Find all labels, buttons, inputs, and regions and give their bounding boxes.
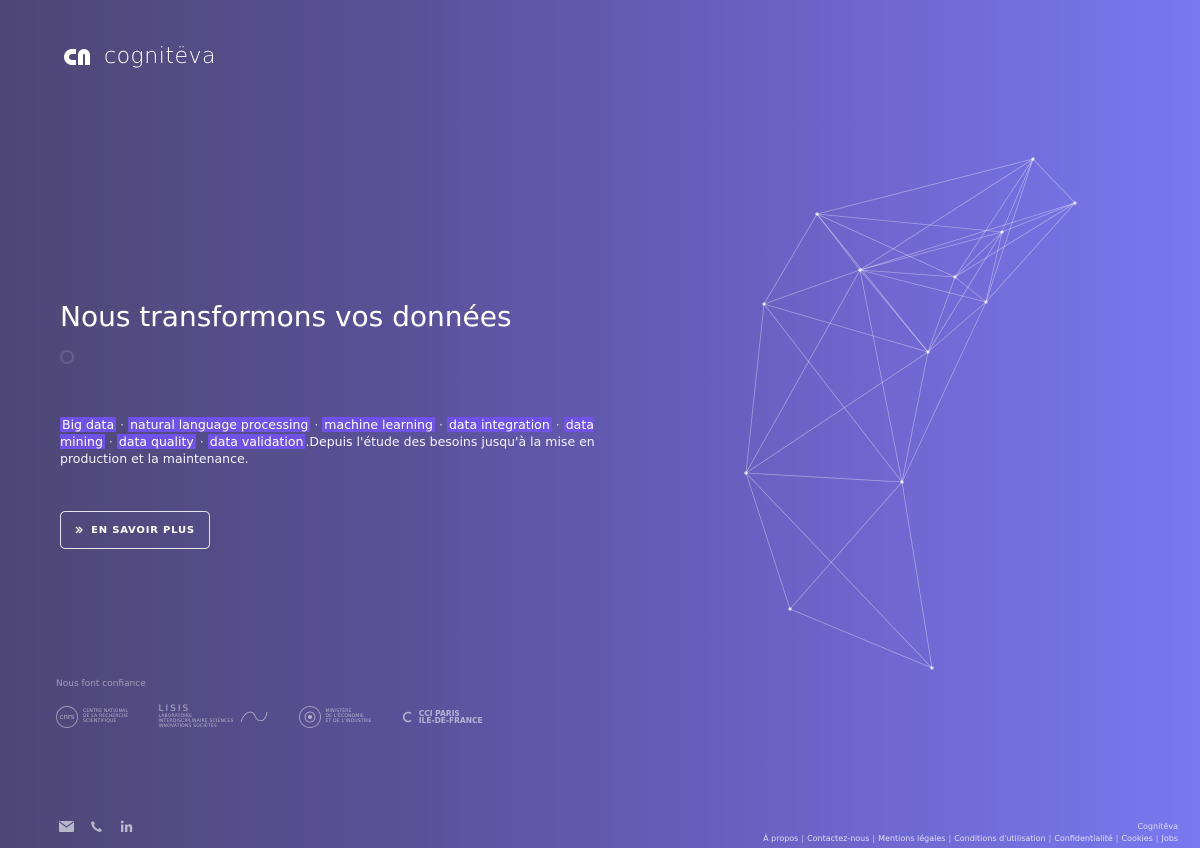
footer-link-cookies[interactable]: Cookies bbox=[1121, 834, 1152, 843]
cnrs-caption: Centre national de la recherche scientif… bbox=[83, 709, 128, 724]
footer-separator: | bbox=[1048, 834, 1052, 843]
lisis-caption: Laboratoire interdisciplinaire sciences … bbox=[158, 714, 233, 729]
tag-nlp: natural language processing bbox=[128, 417, 311, 432]
tag-data-quality: data quality bbox=[116, 434, 196, 449]
tag-machine-learning: machine learning bbox=[322, 417, 435, 432]
partner-logos: cnrs Centre national de la recherche sci… bbox=[56, 704, 483, 729]
footer-link-about[interactable]: À propos bbox=[763, 834, 798, 843]
tag-separator: · bbox=[555, 417, 560, 432]
partner-ministere-logo: Ministère de l'économie et de l'industri… bbox=[298, 705, 372, 728]
footer: Cognitëva À propos | Contactez-nous | Mentio… bbox=[763, 821, 1178, 845]
social-links bbox=[58, 818, 134, 834]
hero-tagline: Big data · natural language processing · mac… bbox=[60, 416, 650, 467]
tag-separator: · bbox=[199, 434, 204, 449]
lisis-emblem-icon bbox=[240, 711, 267, 722]
double-chevron-right-icon bbox=[75, 526, 84, 534]
lisis-name: LISIS bbox=[158, 704, 191, 714]
footer-separator: | bbox=[1115, 834, 1119, 843]
partner-lisis-logo: LISIS Laboratoire interdisciplinaire sci… bbox=[158, 704, 268, 729]
footer-separator: | bbox=[1155, 834, 1159, 843]
caption-line: innovations sociétés bbox=[158, 724, 217, 729]
trust-label: Nous font confiance bbox=[56, 679, 146, 689]
linkedin-icon[interactable] bbox=[118, 818, 134, 834]
brand-logo[interactable]: cognitëva bbox=[60, 44, 216, 69]
learn-more-label: EN SAVOIR PLUS bbox=[91, 524, 195, 536]
cci-name: CCI PARIS ILE-DE-FRANCE bbox=[418, 709, 483, 725]
cci-mark-icon bbox=[402, 711, 412, 722]
partner-cci-logo: CCI PARIS ILE-DE-FRANCE bbox=[402, 709, 483, 725]
caption-line: scientifique bbox=[83, 719, 117, 724]
hero-headline: Nous transformons vos données bbox=[60, 300, 512, 333]
footer-company: Cognitëva bbox=[1137, 822, 1178, 831]
cci-name-line: ILE-DE-FRANCE bbox=[418, 715, 483, 725]
footer-link-legal[interactable]: Mentions légales bbox=[878, 834, 945, 843]
footer-link-privacy[interactable]: Confidentialité bbox=[1054, 834, 1112, 843]
caption-line: et de l'industrie bbox=[325, 719, 372, 724]
tag-separator: · bbox=[314, 417, 319, 432]
footer-separator: | bbox=[801, 834, 805, 843]
brand-mark-icon bbox=[64, 48, 90, 65]
cnrs-mark: cnrs bbox=[56, 705, 78, 728]
footer-link-jobs[interactable]: Jobs bbox=[1162, 834, 1179, 843]
tag-separator: · bbox=[438, 417, 443, 432]
tag-separator: · bbox=[108, 434, 113, 449]
tag-separator: · bbox=[120, 417, 125, 432]
footer-link-terms[interactable]: Conditions d'utilisation bbox=[954, 834, 1045, 843]
footer-links: À propos | Contactez-nous | Mentions légales… bbox=[763, 833, 1178, 845]
tag-data-integration: data integration bbox=[446, 417, 552, 432]
footer-separator: | bbox=[872, 834, 876, 843]
ministere-seal-icon bbox=[298, 705, 321, 728]
ministere-caption: Ministère de l'économie et de l'industri… bbox=[326, 709, 372, 724]
network-illustration bbox=[744, 157, 1077, 670]
envelope-icon[interactable] bbox=[58, 818, 74, 834]
footer-separator: | bbox=[948, 834, 952, 843]
tag-data-validation: data validation bbox=[207, 434, 306, 449]
decorative-circle-icon bbox=[60, 350, 74, 364]
footer-link-contact[interactable]: Contactez-nous bbox=[807, 834, 869, 843]
phone-icon[interactable] bbox=[88, 818, 104, 834]
partner-cnrs-logo: cnrs Centre national de la recherche sci… bbox=[56, 705, 128, 728]
tag-big-data: Big data bbox=[60, 417, 117, 432]
brand-name: cognitëva bbox=[104, 44, 216, 69]
learn-more-button[interactable]: EN SAVOIR PLUS bbox=[60, 511, 210, 549]
